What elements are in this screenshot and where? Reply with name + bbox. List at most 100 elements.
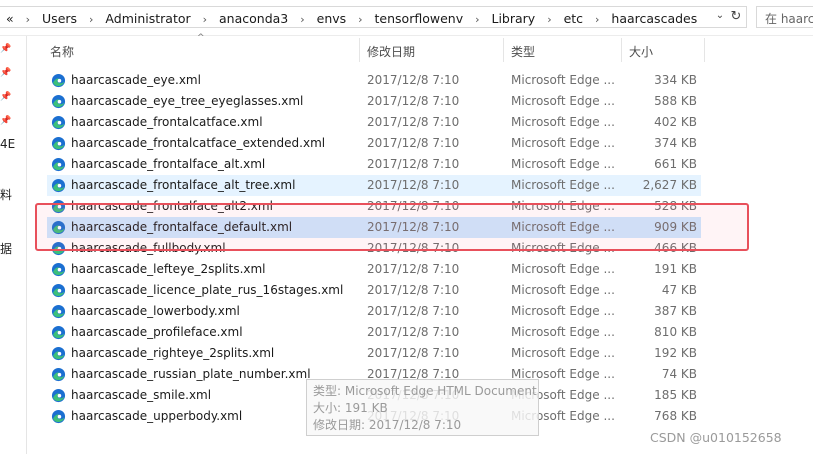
edge-html-file-icon xyxy=(51,388,66,403)
address-bar-area: « › Users › Administrator › anaconda3 › … xyxy=(0,0,813,36)
column-divider[interactable] xyxy=(359,38,360,62)
file-name: haarcascade_frontalface_alt.xml xyxy=(71,157,266,171)
breadcrumb-item-tensorflowenv[interactable]: tensorflowenv xyxy=(375,11,464,26)
breadcrumb-separator-icon: › xyxy=(475,13,480,26)
nav-item-fragment[interactable]: 据 xyxy=(0,240,12,257)
file-size: 74 KB xyxy=(661,367,697,381)
nav-item-fragment[interactable]: 料 xyxy=(0,186,12,203)
edge-html-file-icon xyxy=(51,325,66,340)
file-date: 2017/12/8 7:10 xyxy=(367,346,460,360)
column-divider[interactable] xyxy=(621,38,622,62)
nav-item-fragment[interactable]: 4E xyxy=(0,137,15,151)
file-size: 47 KB xyxy=(661,283,697,297)
file-type: Microsoft Edge ... xyxy=(511,346,615,360)
edge-html-file-icon xyxy=(51,367,66,382)
column-divider[interactable] xyxy=(704,38,705,62)
file-type: Microsoft Edge ... xyxy=(511,262,615,276)
breadcrumb-separator-icon: › xyxy=(358,13,363,26)
breadcrumb-separator-icon: › xyxy=(89,13,94,26)
breadcrumb-separator-icon: › xyxy=(202,13,208,26)
file-date: 2017/12/8 7:10 xyxy=(367,178,460,192)
edge-html-file-icon xyxy=(51,73,66,88)
file-row[interactable]: haarcascade_profileface.xml 2017/12/8 7:1… xyxy=(47,322,701,343)
breadcrumb-item-administrator[interactable]: Administrator xyxy=(105,11,190,26)
file-name: haarcascade_eye.xml xyxy=(71,73,201,87)
edge-html-file-icon xyxy=(51,409,66,424)
file-date: 2017/12/8 7:10 xyxy=(367,283,460,297)
file-row[interactable]: haarcascade_righteye_2splits.xml 2017/12/… xyxy=(47,343,701,364)
file-row[interactable]: haarcascade_eye.xml 2017/12/8 7:10 Microso… xyxy=(47,70,701,91)
file-date: 2017/12/8 7:10 xyxy=(367,73,460,87)
search-input[interactable]: 在 haarc xyxy=(756,6,813,28)
file-row[interactable]: haarcascade_licence_plate_rus_16stages.x… xyxy=(47,280,701,301)
edge-html-file-icon xyxy=(51,94,66,109)
pin-icon[interactable]: 📌 xyxy=(0,68,12,80)
file-name: haarcascade_lowerbody.xml xyxy=(71,304,240,318)
pin-icon[interactable]: 📌 xyxy=(0,44,12,56)
breadcrumb-separator-icon: › xyxy=(25,13,31,26)
file-date: 2017/12/8 7:10 xyxy=(367,325,460,339)
breadcrumb-separator-icon: › xyxy=(595,13,600,26)
file-row[interactable]: haarcascade_frontalface_alt_tree.xml 2017… xyxy=(47,175,701,196)
file-size: 192 KB xyxy=(654,346,697,360)
file-type: Microsoft Edge ... xyxy=(511,283,615,297)
edge-html-file-icon xyxy=(51,178,66,193)
search-placeholder: 在 haarc xyxy=(765,12,813,26)
pin-icon[interactable]: 📌 xyxy=(0,92,12,104)
file-name: haarcascade_frontalface_alt_tree.xml xyxy=(71,178,296,192)
file-row[interactable]: haarcascade_lefteye_2splits.xml 2017/12/8… xyxy=(47,259,701,280)
breadcrumb-item-users[interactable]: Users xyxy=(42,11,77,26)
file-row[interactable]: haarcascade_frontalcatface_extended.xml 2… xyxy=(47,133,701,154)
file-size: 2,627 KB xyxy=(642,178,697,192)
tooltip-size: 大小: 191 KB xyxy=(313,401,388,415)
column-header-date[interactable]: 修改日期 xyxy=(367,43,415,67)
file-row[interactable]: haarcascade_eye_tree_eyeglasses.xml 2017/… xyxy=(47,91,701,112)
refresh-icon[interactable]: ↻ xyxy=(728,9,744,25)
file-type: Microsoft Edge ... xyxy=(511,157,615,171)
breadcrumb-item-envs[interactable]: envs xyxy=(317,11,347,26)
file-row[interactable]: haarcascade_lowerbody.xml 2017/12/8 7:10 M… xyxy=(47,301,701,322)
column-header-name[interactable]: 名称 xyxy=(50,43,74,67)
file-type: Microsoft Edge ... xyxy=(511,178,615,192)
file-name: haarcascade_eye_tree_eyeglasses.xml xyxy=(71,94,304,108)
edge-html-file-icon xyxy=(51,136,66,151)
pin-icon[interactable]: 📌 xyxy=(0,116,12,128)
breadcrumb-item-library[interactable]: Library xyxy=(491,11,535,26)
file-name: haarcascade_licence_plate_rus_16stages.x… xyxy=(71,283,344,297)
file-row[interactable]: haarcascade_frontalface_alt.xml 2017/12/8… xyxy=(47,154,701,175)
file-size: 387 KB xyxy=(654,304,697,318)
sort-ascending-icon: ^ xyxy=(197,33,205,43)
address-bar[interactable]: « › Users › Administrator › anaconda3 › … xyxy=(0,6,747,28)
file-name: haarcascade_smile.xml xyxy=(71,388,212,402)
column-header-type[interactable]: 类型 xyxy=(511,43,535,67)
file-size: 402 KB xyxy=(654,115,697,129)
file-type: Microsoft Edge ... xyxy=(511,325,615,339)
edge-html-file-icon xyxy=(51,304,66,319)
column-header-size[interactable]: 大小 xyxy=(629,43,653,67)
file-date: 2017/12/8 7:10 xyxy=(367,94,460,108)
file-name: haarcascade_russian_plate_number.xml xyxy=(71,367,311,381)
file-date: 2017/12/8 7:10 xyxy=(367,262,460,276)
file-size: 374 KB xyxy=(654,136,697,150)
edge-html-file-icon xyxy=(51,115,66,130)
breadcrumb-item-anaconda3[interactable]: anaconda3 xyxy=(219,11,288,26)
chevron-down-icon[interactable]: ⌄ xyxy=(713,10,727,24)
breadcrumb-separator-icon: › xyxy=(547,13,552,26)
file-name: haarcascade_upperbody.xml xyxy=(71,409,243,423)
breadcrumb-item-etc[interactable]: etc xyxy=(564,11,583,26)
file-tooltip: 类型: Microsoft Edge HTML Document 大小: 191… xyxy=(306,379,539,436)
file-date: 2017/12/8 7:10 xyxy=(367,115,460,129)
file-size: 191 KB xyxy=(654,262,697,276)
edge-html-file-icon xyxy=(51,157,66,172)
file-date: 2017/12/8 7:10 xyxy=(367,136,460,150)
column-divider[interactable] xyxy=(503,38,504,62)
breadcrumb-separator-icon: › xyxy=(300,13,305,26)
file-row[interactable]: haarcascade_frontalcatface.xml 2017/12/8 … xyxy=(47,112,701,133)
file-size: 661 KB xyxy=(654,157,697,171)
back-chevron-icon[interactable]: « xyxy=(6,11,14,26)
edge-html-file-icon xyxy=(51,283,66,298)
file-date: 2017/12/8 7:10 xyxy=(367,157,460,171)
breadcrumb-item-haarcascades[interactable]: haarcascades xyxy=(611,11,697,26)
file-name: haarcascade_frontalcatface.xml xyxy=(71,115,263,129)
navigation-pane: 📌 📌 📌 📌 4E 料 据 xyxy=(0,36,27,454)
